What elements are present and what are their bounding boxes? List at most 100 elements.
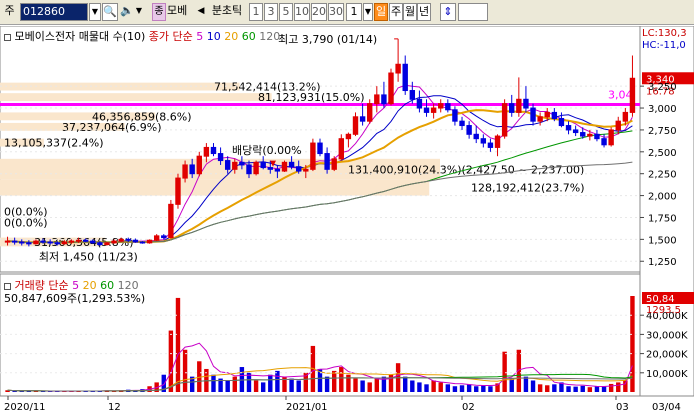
unit-year[interactable]: 년 — [417, 3, 431, 21]
candle-body — [168, 203, 174, 239]
volume-bar — [474, 386, 479, 392]
candle-body — [494, 135, 501, 148]
candle-body — [68, 240, 75, 243]
candle-body — [445, 103, 451, 111]
stock-code-input[interactable]: 012860 — [20, 3, 88, 21]
unit-week[interactable]: 주 — [389, 3, 403, 21]
candle-body — [416, 98, 423, 109]
candle-body — [196, 155, 202, 175]
candle-body — [345, 133, 352, 140]
stock-chart[interactable]: 71,542,414(13.2%)81,123,931(15.0%)46,356… — [0, 25, 694, 413]
period-5[interactable]: 5 — [279, 3, 293, 21]
candle-body — [132, 239, 139, 243]
count-input[interactable]: 1 — [346, 3, 362, 21]
volume-bar — [481, 385, 486, 392]
period-30[interactable]: 30 — [328, 3, 344, 21]
candle-body — [487, 142, 494, 148]
speaker-dropdown-icon[interactable]: ▼ — [134, 3, 144, 21]
candle-body — [480, 138, 487, 144]
mode-label: 주 — [4, 4, 15, 17]
candle-body — [572, 129, 579, 134]
volume-bar — [459, 385, 465, 392]
candle-body — [381, 94, 387, 105]
candle-body — [54, 242, 60, 245]
candle-body — [473, 133, 479, 140]
current-volume-label: 50,84 — [646, 294, 675, 305]
volume-bar — [19, 391, 24, 392]
hc-label: HC:-11,0 — [642, 40, 686, 51]
volume-bar — [232, 376, 237, 392]
period-1[interactable]: 1 — [249, 3, 263, 21]
volume-bar — [566, 386, 571, 392]
period-3[interactable]: 3 — [264, 3, 278, 21]
price-tick-label: 1,500 — [648, 235, 677, 246]
volume-bar — [509, 378, 514, 392]
checkbox-icon[interactable] — [4, 33, 11, 41]
candle-body — [331, 158, 337, 170]
volume-bar — [225, 380, 230, 392]
volume-bar — [488, 386, 493, 392]
candle-body — [303, 168, 309, 172]
candle-body — [161, 235, 167, 239]
volume-bar — [537, 384, 543, 392]
candle-body — [267, 167, 273, 170]
volume-bar — [431, 380, 436, 392]
candle-body — [338, 138, 345, 160]
volume-bar — [346, 374, 351, 392]
candle-body — [409, 90, 416, 100]
volume-bar — [445, 384, 451, 392]
up-down-arrow-icon[interactable]: ⇕ — [440, 3, 456, 21]
prev-arrow-icon[interactable]: ◀ — [196, 3, 206, 21]
candle-body — [466, 125, 472, 135]
search-icon[interactable]: 🔍 — [102, 3, 118, 21]
volume-bar — [594, 386, 600, 392]
price-legend: 모베이스전자 매물대 수(10) 종가 단순 5 10 20 60 120 — [4, 28, 280, 44]
volume-bar — [403, 376, 408, 392]
candle-body — [33, 240, 39, 245]
candle-body — [395, 63, 401, 74]
candle-body — [19, 241, 25, 244]
volume-bar — [545, 385, 550, 392]
candle-body — [509, 103, 515, 113]
speaker-icon[interactable]: 🔈 — [120, 3, 134, 21]
volume-bar — [182, 349, 188, 392]
volume-bar — [367, 382, 372, 392]
candle-body — [125, 238, 131, 241]
unit-day[interactable]: 일 — [374, 3, 388, 21]
code-dropdown-icon[interactable]: ▼ — [89, 3, 101, 21]
blank-input[interactable] — [458, 3, 488, 21]
candle-body — [615, 120, 621, 131]
ma-20: 20 — [224, 30, 239, 43]
volume-bar — [587, 387, 593, 392]
tick-type-label[interactable]: 분초틱 — [207, 3, 247, 21]
period-10[interactable]: 10 — [294, 3, 310, 21]
candle-body — [274, 168, 281, 172]
candle-body — [402, 63, 408, 92]
favorite-icon[interactable]: 종 — [152, 3, 166, 21]
candle-body — [388, 72, 394, 105]
price-tick-label: 3,250 — [648, 82, 677, 93]
unit-month[interactable]: 월 — [403, 3, 417, 21]
candle-body — [544, 111, 550, 118]
price-tick-label: 1,250 — [648, 257, 677, 268]
volume-profile-label: 37,237,064(6.9%) — [62, 121, 162, 134]
volume-bar — [275, 370, 280, 392]
candle-body — [82, 239, 89, 242]
volume-bar — [332, 370, 337, 392]
volume-bar — [616, 382, 621, 392]
candle-body — [281, 161, 288, 172]
volume-bar — [168, 330, 174, 392]
ma-label: 종가 단순 — [148, 30, 193, 43]
price-tick-label: 2,250 — [648, 170, 677, 181]
candle-body — [75, 239, 82, 242]
candle-body — [189, 164, 195, 175]
candle-body — [587, 133, 593, 137]
volume-bar — [580, 385, 585, 392]
count-dropdown-icon[interactable]: ▼ — [363, 3, 373, 21]
toolbar: 주 012860 ▼ 🔍 🔈 ▼ 종 모베 ◀ 분초틱 1 3 5 10 20 … — [0, 0, 694, 25]
checkbox-icon[interactable] — [4, 282, 11, 290]
volume-tick-label: 20,000K — [646, 350, 688, 361]
candle-body — [565, 125, 572, 131]
date-label: 12 — [108, 402, 121, 413]
period-20[interactable]: 20 — [311, 3, 327, 21]
